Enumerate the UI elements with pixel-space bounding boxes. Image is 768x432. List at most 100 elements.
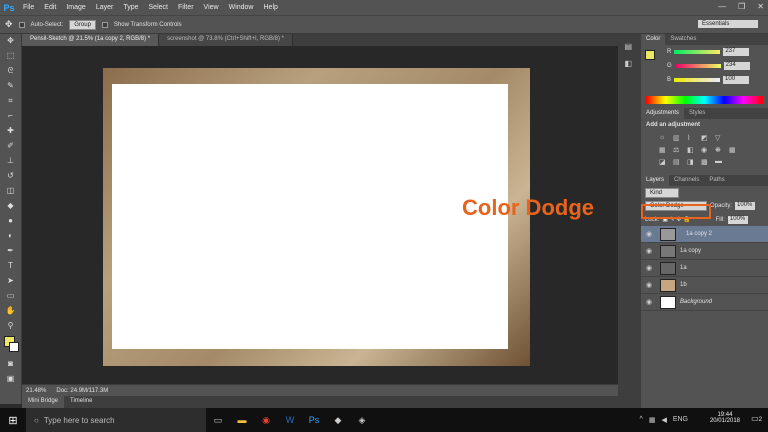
tab-screenshot[interactable]: screenshot @ 73.8% (Ctrl+Shift+I, RGB/8)… — [159, 34, 293, 46]
notification-icon[interactable]: ▭2 — [751, 414, 762, 423]
app-icon[interactable]: ◆ — [326, 408, 350, 432]
fg-color-chip[interactable] — [645, 50, 655, 60]
history-brush-icon[interactable]: ↺ — [4, 170, 18, 182]
word-icon[interactable]: W — [278, 408, 302, 432]
path-select-icon[interactable]: ➤ — [4, 275, 18, 287]
volume-icon[interactable]: ◀ — [661, 416, 666, 424]
vibrance-icon[interactable]: ▽ — [715, 134, 725, 142]
eye-icon[interactable]: ◉ — [646, 230, 656, 238]
marquee-icon[interactable]: ⬚ — [4, 50, 18, 62]
color-spectrum[interactable] — [646, 96, 763, 104]
threshold-icon[interactable]: ◨ — [687, 158, 697, 166]
lookup-icon[interactable]: ▦ — [729, 146, 739, 154]
tab-color[interactable]: Color — [641, 34, 666, 45]
paint-bucket-icon[interactable]: ◆ — [4, 200, 18, 212]
blur-icon[interactable]: ● — [4, 215, 18, 227]
blue-value[interactable]: 100 — [723, 76, 750, 84]
app2-icon[interactable]: ◈ — [350, 408, 374, 432]
tab-paths[interactable]: Paths — [704, 175, 729, 186]
menu-image[interactable]: Image — [61, 0, 90, 15]
menu-type[interactable]: Type — [118, 0, 143, 15]
quick-mask-icon[interactable]: ◙ — [4, 358, 18, 370]
brush-icon[interactable]: ✐ — [4, 140, 18, 152]
opacity-value[interactable]: 100% — [735, 202, 756, 210]
brightness-icon[interactable]: ☼ — [659, 134, 669, 142]
menu-edit[interactable]: Edit — [39, 0, 61, 15]
tab-timeline[interactable]: Timeline — [64, 396, 98, 408]
layer-row[interactable]: ◉ Background — [641, 294, 768, 311]
green-track[interactable] — [674, 64, 721, 68]
green-value[interactable]: 234 — [723, 62, 750, 70]
chrome-icon[interactable]: ◉ — [254, 408, 278, 432]
lasso-icon[interactable]: ᘓ — [4, 65, 18, 77]
eye-icon[interactable]: ◉ — [646, 264, 656, 272]
eye-icon[interactable]: ◉ — [646, 247, 656, 255]
menu-view[interactable]: View — [199, 0, 224, 15]
hue-icon[interactable]: ▦ — [659, 146, 669, 154]
mixer-icon[interactable]: ❋ — [715, 146, 725, 154]
tab-styles[interactable]: Styles — [684, 108, 710, 119]
auto-select-checkbox[interactable] — [18, 21, 25, 28]
task-view-icon[interactable]: ▭ — [206, 408, 230, 432]
levels-icon[interactable]: ▥ — [673, 134, 683, 142]
red-track[interactable] — [674, 50, 721, 54]
menu-file[interactable]: File — [18, 0, 39, 15]
shape-icon[interactable]: ▭ — [4, 290, 18, 302]
tab-layers[interactable]: Layers — [641, 175, 670, 186]
tab-swatches[interactable]: Swatches — [665, 34, 701, 45]
eye-icon[interactable]: ◉ — [646, 298, 656, 306]
blue-slider[interactable]: B 100 — [663, 73, 750, 87]
tab-adjustments[interactable]: Adjustments — [641, 108, 685, 119]
file-explorer-icon[interactable]: ▬ — [230, 408, 254, 432]
screen-mode-icon[interactable]: ▣ — [4, 373, 18, 385]
healing-icon[interactable]: ✚ — [4, 125, 18, 137]
close-icon[interactable]: ✕ — [757, 2, 764, 11]
fill-value[interactable]: 100% — [727, 215, 748, 224]
move-tool-icon[interactable]: ✥ — [5, 19, 13, 30]
workspace-dropdown[interactable]: Essentials — [698, 20, 758, 28]
dodge-icon[interactable]: ◐ — [4, 230, 18, 242]
posterize-icon[interactable]: ▤ — [673, 158, 683, 166]
tab-pensil-sketch[interactable]: Pensil-Sketch @ 21.5% (1a copy 2, RGB/8)… — [22, 34, 160, 46]
tab-mini-bridge[interactable]: Mini Bridge — [22, 396, 65, 408]
menu-filter[interactable]: Filter — [173, 0, 199, 15]
bw-icon[interactable]: ◧ — [687, 146, 697, 154]
eraser-icon[interactable]: ◫ — [4, 185, 18, 197]
photoshop-taskbar-icon[interactable]: Ps — [302, 408, 326, 432]
zoom-icon[interactable]: ⚲ — [4, 320, 18, 332]
gradient-map-icon[interactable]: ▬ — [715, 158, 725, 166]
curves-icon[interactable]: ⌇ — [687, 134, 697, 142]
selective-icon[interactable]: ▩ — [701, 158, 711, 166]
stamp-icon[interactable]: ⊥ — [4, 155, 18, 167]
layer-row[interactable]: ◉ 1b — [641, 277, 768, 294]
network-icon[interactable]: ▦ — [649, 416, 656, 424]
taskbar-search[interactable]: ○ Type here to search — [26, 408, 206, 432]
eyedropper-icon[interactable]: ⌐ — [4, 110, 18, 122]
type-icon[interactable]: T — [4, 260, 18, 272]
layer-row[interactable]: ◉ 1a — [641, 260, 768, 277]
background-color-swatch[interactable] — [9, 342, 19, 352]
history-icon[interactable]: ▤ — [625, 42, 635, 51]
eye-icon[interactable]: ◉ — [646, 281, 656, 289]
layer-row[interactable]: ◉ 1a copy 2 — [641, 226, 768, 243]
quick-select-icon[interactable]: ✎ — [4, 80, 18, 92]
transform-checkbox[interactable] — [101, 21, 108, 28]
maximize-icon[interactable]: ❐ — [738, 2, 745, 11]
invert-icon[interactable]: ◪ — [659, 158, 669, 166]
balance-icon[interactable]: ⚖ — [673, 146, 683, 154]
layer-row[interactable]: ◉ 1a copy — [641, 243, 768, 260]
tray-up-icon[interactable]: ^ — [640, 416, 643, 424]
language-label[interactable]: ENG — [673, 416, 688, 424]
properties-icon[interactable]: ◧ — [625, 59, 635, 68]
canvas-image-paper[interactable] — [112, 84, 508, 349]
zoom-level[interactable]: 21.48% — [26, 388, 46, 394]
move-icon[interactable]: ✥ — [4, 35, 18, 47]
minimize-icon[interactable]: — — [718, 2, 726, 11]
red-slider[interactable]: R 237 — [663, 45, 750, 59]
exposure-icon[interactable]: ◩ — [701, 134, 711, 142]
menu-help[interactable]: Help — [259, 0, 283, 15]
hand-icon[interactable]: ✋ — [4, 305, 18, 317]
menu-window[interactable]: Window — [224, 0, 259, 15]
green-slider[interactable]: G 234 — [663, 59, 750, 73]
tab-channels[interactable]: Channels — [669, 175, 704, 186]
